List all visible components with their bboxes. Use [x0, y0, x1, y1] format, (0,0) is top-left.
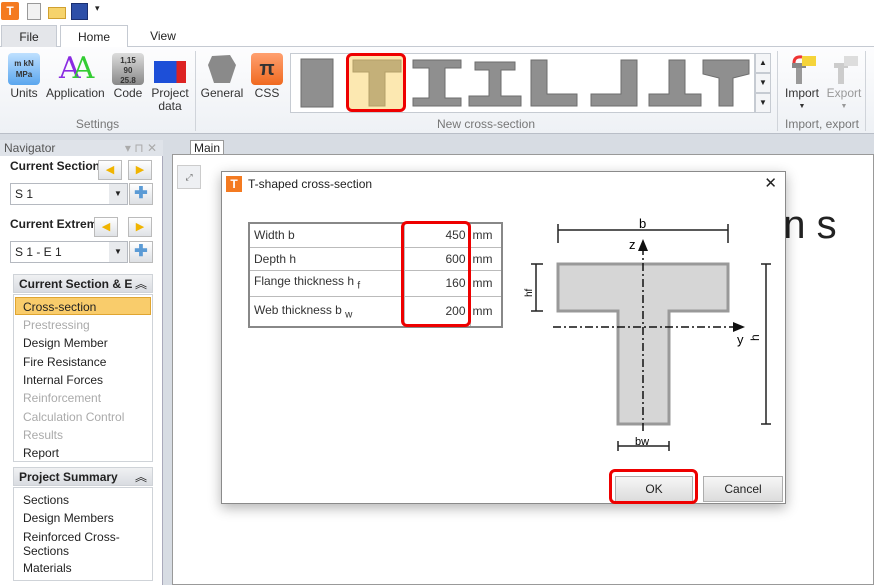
label-b: b [639, 216, 646, 231]
chevron-down-icon[interactable]: ▼ [109, 184, 127, 204]
gallery-scroll-down[interactable]: ▼ [755, 73, 771, 93]
gallery-i-shape-asymmetric-icon [468, 61, 522, 107]
current-extreme-label: Current Extrem [10, 217, 98, 231]
general-section-icon [206, 53, 238, 85]
nav-item-results: Results [23, 428, 64, 442]
collapse-icon[interactable]: ︽ [135, 468, 147, 487]
param-name: Web thickness b w [248, 295, 405, 328]
save-icon[interactable] [71, 3, 88, 20]
gallery-l-shape-icon [530, 59, 578, 107]
import-button[interactable]: Import ▼ [782, 53, 822, 113]
code-icon: 1,15 90 25.8 [112, 53, 144, 85]
gallery-l-shape-mirrored-icon [590, 59, 638, 107]
z-arrow-icon [638, 239, 648, 251]
values-highlight [401, 221, 471, 327]
nav-item-materials[interactable]: Materials [23, 561, 72, 575]
quick-access-toolbar: T ▾ [0, 0, 874, 22]
add-extreme-button[interactable]: ✚ [129, 241, 153, 263]
current-section-label: Current Section [10, 159, 101, 173]
nav-item-calculation-control: Calculation Control [23, 410, 125, 424]
ribbon: m kN MPa Units AA Application 1,15 90 25.8 … [0, 47, 874, 134]
nav-item-reinforcement: Reinforcement [23, 391, 102, 405]
application-icon: AA [59, 51, 95, 86]
dialog-title-bar: T T-shaped cross-section ✕ [222, 172, 785, 196]
current-section-group-header[interactable]: Current Section & E ︽ [13, 274, 153, 293]
units-button[interactable]: m kN MPa Units [4, 53, 44, 100]
param-name: Width b [248, 222, 405, 248]
param-name: Flange thickness h f [248, 269, 405, 297]
project-summary-group-header[interactable]: Project Summary ︽ [13, 467, 153, 486]
new-document-icon[interactable] [27, 3, 41, 20]
label-bw: bw [635, 436, 649, 448]
add-section-button[interactable]: ✚ [129, 183, 153, 205]
nav-item-sections[interactable]: Sections [23, 493, 69, 507]
current-section-group: Cross-section Prestressing Design Member… [13, 294, 153, 462]
gallery-rectangle-icon [300, 58, 334, 108]
nav-item-design-member[interactable]: Design Member [23, 336, 108, 350]
app-logo-icon[interactable]: T [1, 2, 19, 20]
nav-item-design-members[interactable]: Design Members [23, 511, 114, 525]
label-y: y [737, 332, 744, 347]
navigator-header: Navigator ▾ ⊓ ✕ [0, 140, 163, 156]
gallery-inverted-t-shape-icon [648, 59, 702, 107]
current-section-select[interactable]: S 1 ▼ [10, 183, 128, 205]
prev-extreme-button[interactable]: ◀ [94, 217, 118, 237]
export-button: Export ▼ [824, 53, 864, 113]
gallery-i-shape-icon [412, 59, 462, 107]
prev-section-button[interactable]: ◀ [98, 160, 122, 180]
dialog-app-icon: T [226, 176, 242, 192]
gallery-scroll-up[interactable]: ▲ [755, 53, 771, 73]
navigator-panel: Navigator ▾ ⊓ ✕ Current Section ◀ ▶ S 1 ▼… [0, 140, 163, 585]
fullscreen-button[interactable]: ⤢ [177, 165, 201, 189]
label-z: z [629, 237, 636, 252]
cancel-button[interactable]: Cancel [703, 476, 783, 502]
project-data-button[interactable]: Project data [150, 53, 190, 113]
customize-dropdown-icon[interactable]: ▾ [95, 3, 100, 14]
open-folder-icon[interactable] [48, 7, 66, 19]
general-button[interactable]: General [198, 53, 246, 100]
project-summary-group: Sections Design Members Reinforced Cross… [13, 487, 153, 581]
label-hf: hf [524, 288, 535, 297]
nav-item-prestressing: Prestressing [23, 318, 90, 332]
next-extreme-button[interactable]: ▶ [128, 217, 152, 237]
t-section-diagram: b z y h hf bw [524, 216, 771, 451]
gallery-expand[interactable]: ▼ [755, 93, 771, 113]
export-icon [828, 53, 860, 85]
css-button[interactable]: π CSS [248, 53, 286, 100]
nav-item-report[interactable]: Report [23, 446, 59, 460]
navigator-controls[interactable]: ▾ ⊓ ✕ [125, 140, 157, 156]
param-name: Depth h [248, 246, 405, 271]
nav-item-internal-forces[interactable]: Internal Forces [23, 373, 103, 387]
application-button[interactable]: AA Application [46, 51, 105, 100]
label-h: h [748, 334, 762, 341]
tab-main[interactable]: Main [190, 140, 224, 155]
ribbon-tabs: File Home View [0, 22, 874, 48]
code-button[interactable]: 1,15 90 25.8 Code [108, 53, 148, 100]
dim-hf-line [531, 263, 543, 312]
tab-file[interactable]: File [1, 25, 57, 48]
selected-t-shape-highlight[interactable] [346, 53, 406, 112]
current-extreme-select[interactable]: S 1 - E 1 ▼ [10, 241, 128, 263]
tab-home[interactable]: Home [60, 25, 128, 48]
import-icon [786, 53, 818, 85]
css-icon: π [251, 53, 283, 85]
settings-group-label: Settings [75, 117, 120, 131]
tab-view[interactable]: View [135, 25, 191, 48]
nav-item-cross-section[interactable]: Cross-section [23, 300, 96, 314]
close-icon[interactable]: ✕ [764, 172, 777, 196]
collapse-icon[interactable]: ︽ [135, 275, 147, 294]
next-section-button[interactable]: ▶ [128, 160, 152, 180]
t-shaped-cross-section-dialog: T T-shaped cross-section ✕ Width b 450 mm … [221, 171, 786, 504]
units-icon: m kN MPa [8, 53, 40, 85]
project-data-icon [154, 61, 186, 83]
nav-item-fire-resistance[interactable]: Fire Resistance [23, 355, 106, 369]
dim-h-line [761, 263, 771, 425]
y-arrow-icon [733, 322, 745, 332]
import-export-group-label: Import, export [784, 117, 860, 131]
gallery-t-shape-tapered-icon [702, 59, 750, 107]
nav-item-reinforced-cross-sections[interactable]: Reinforced Cross-Sections [23, 530, 133, 558]
ok-highlight [609, 469, 698, 504]
chevron-down-icon[interactable]: ▼ [109, 242, 127, 262]
new-cross-section-group-label: New cross-section [436, 117, 536, 131]
